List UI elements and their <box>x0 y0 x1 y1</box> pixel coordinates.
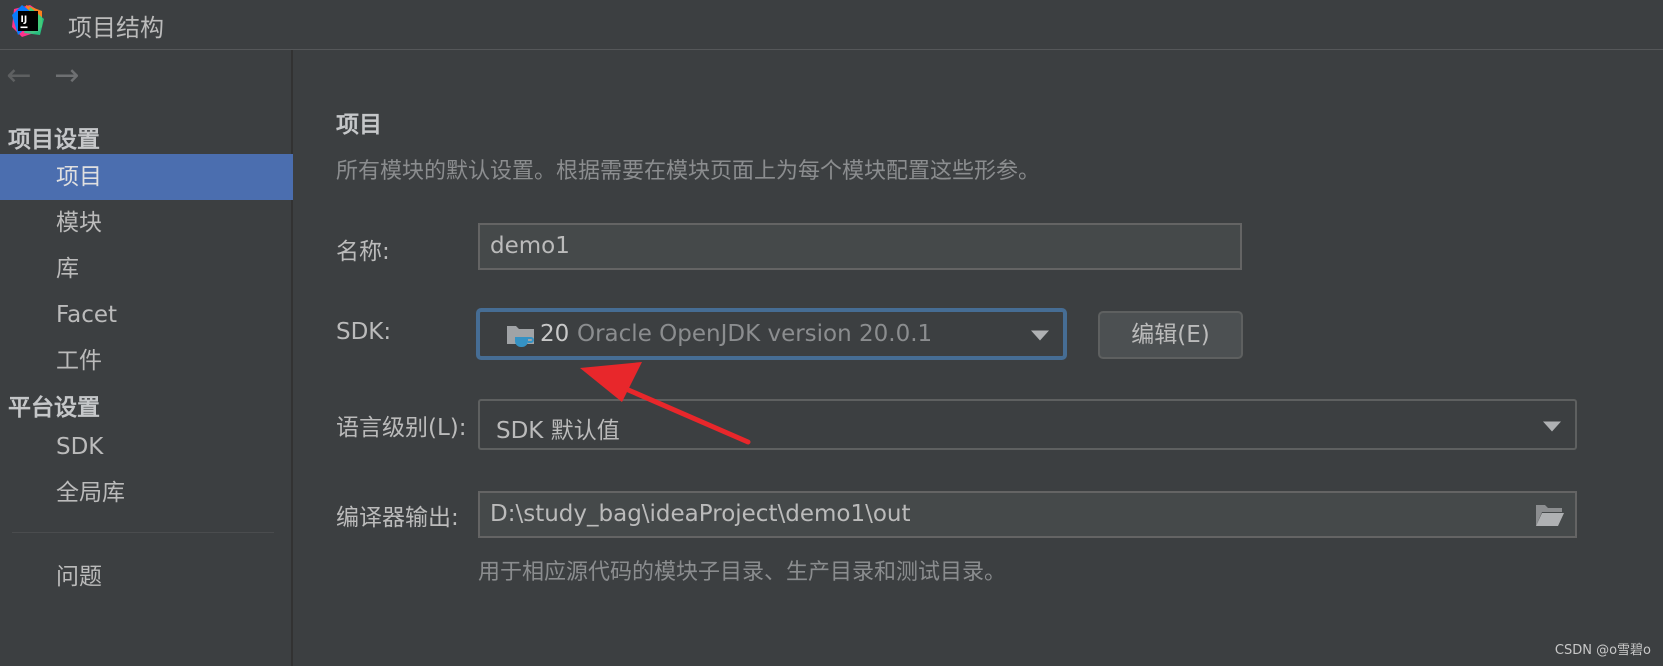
sidebar-item-facets[interactable]: Facet <box>0 292 293 338</box>
compiler-output-label: 编译器输出: <box>336 505 459 531</box>
jdk-folder-icon <box>507 326 534 347</box>
back-arrow-icon[interactable]: ← <box>4 61 34 91</box>
edit-sdk-button[interactable]: 编辑(E) <box>1098 311 1243 359</box>
sidebar-divider <box>12 532 274 533</box>
sidebar-item-project[interactable]: 项目 <box>0 154 293 200</box>
sidebar-item-label: 问题 <box>56 564 102 590</box>
window-title: 项目结构 <box>68 14 164 42</box>
chevron-down-icon <box>1031 330 1049 341</box>
edit-button-label: 编辑(E) <box>1131 322 1210 348</box>
platform-settings-header: 平台设置 <box>8 395 100 421</box>
sidebar-item-label: 全局库 <box>56 480 125 506</box>
folder-open-icon[interactable] <box>1535 502 1565 528</box>
sidebar-item-label: 库 <box>56 256 79 282</box>
language-level-label: 语言级别(L): <box>336 415 467 441</box>
name-label: 名称: <box>336 239 390 265</box>
compiler-output-value: D:\study_bag\ideaProject\demo1\out <box>490 501 911 527</box>
sidebar-item-artifacts[interactable]: 工件 <box>0 338 293 384</box>
project-name-field[interactable]: demo1 <box>478 223 1242 270</box>
annotation-arrow-icon <box>580 362 751 445</box>
sidebar-item-label: 工件 <box>56 348 102 374</box>
watermark: CSDN @o雪碧o <box>1554 643 1651 658</box>
sidebar-item-label: 项目 <box>56 164 102 190</box>
svg-text:IJ: IJ <box>21 15 28 25</box>
project-settings-header: 项目设置 <box>8 127 100 153</box>
sdk-version: 20 <box>540 321 570 347</box>
forward-arrow-icon[interactable]: → <box>52 61 82 91</box>
intellij-logo-icon: IJ <box>12 5 44 37</box>
project-name-value: demo1 <box>490 233 570 259</box>
sidebar-item-sdks[interactable]: SDK <box>0 424 293 470</box>
sidebar-item-problems[interactable]: 问题 <box>0 554 293 600</box>
chevron-down-icon <box>1543 421 1561 431</box>
sdk-label: SDK: <box>336 319 392 345</box>
page-description: 所有模块的默认设置。根据需要在模块页面上为每个模块配置这些形参。 <box>336 159 1041 184</box>
page-title: 项目 <box>336 112 382 138</box>
sdk-dropdown[interactable]: 20 Oracle OpenJDK version 20.0.1 <box>476 308 1067 360</box>
sidebar-item-global-libraries[interactable]: 全局库 <box>0 470 293 516</box>
sidebar-item-label: Facet <box>56 302 118 328</box>
sidebar-item-label: 模块 <box>56 210 102 236</box>
sidebar-item-label: SDK <box>56 434 104 460</box>
sidebar-item-libraries[interactable]: 库 <box>0 246 293 292</box>
compiler-output-field[interactable]: D:\study_bag\ideaProject\demo1\out <box>478 491 1577 538</box>
title-bar: IJ 项目结构 <box>0 0 1663 50</box>
nav-arrows: ← → <box>4 61 100 92</box>
compiler-output-hint: 用于相应源代码的模块子目录、生产目录和测试目录。 <box>478 560 1007 585</box>
sidebar: ← → 项目设置 项目 模块 库 Facet 工件 平台设置 SDK 全局库 问题 <box>0 50 293 666</box>
project-settings-panel: 项目 所有模块的默认设置。根据需要在模块页面上为每个模块配置这些形参。 名称: … <box>295 50 1663 666</box>
sdk-detail: Oracle OpenJDK version 20.0.1 <box>577 321 933 347</box>
sidebar-item-modules[interactable]: 模块 <box>0 200 293 246</box>
